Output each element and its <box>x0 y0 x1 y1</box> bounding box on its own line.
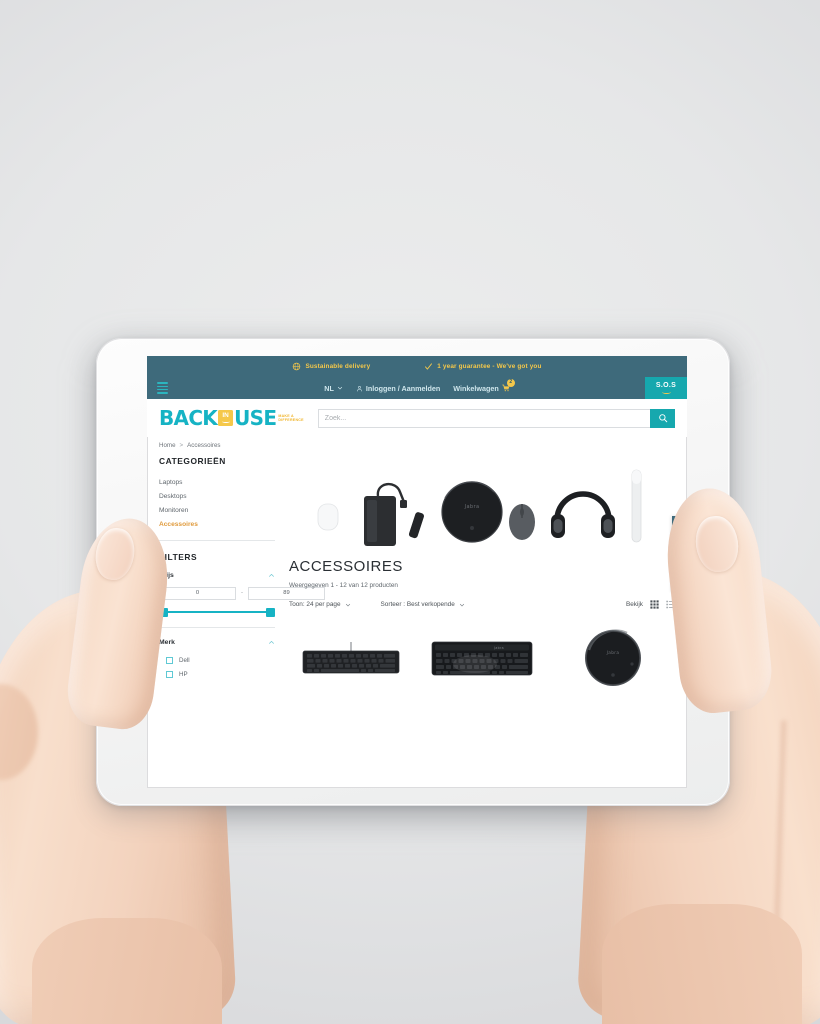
promo-item-sustainable-delivery: Sustainable delivery <box>292 362 370 371</box>
language-label: NL <box>324 383 334 393</box>
brand-search-row: BACK IN USE MAKE A DIFFERENCE <box>147 399 687 437</box>
language-selector[interactable]: NL <box>324 384 343 393</box>
promo-bar: Sustainable delivery 1 year guarantee - … <box>147 356 687 377</box>
breadcrumb: Home > Accessoires <box>147 437 687 456</box>
sidebar-item-laptops[interactable]: Laptops <box>159 475 275 489</box>
sort-label: Sorteer : Best verkopende <box>380 601 455 608</box>
breadcrumb-home[interactable]: Home <box>159 442 176 449</box>
logo-badge-text: IN <box>222 411 229 419</box>
right-hand-thumb-overlay <box>540 470 820 1024</box>
tagline-line-2: DIFFERENCE <box>278 418 304 422</box>
smile-icon <box>221 420 230 424</box>
search-icon <box>658 414 667 423</box>
items-per-page-dropdown[interactable]: Toon: 24 per page <box>289 601 351 608</box>
chevron-down-icon <box>459 603 464 606</box>
sos-label: S.O.S <box>655 382 677 389</box>
account-label: Inloggen / Aanmelden <box>365 383 441 393</box>
cart-count-badge: 2 <box>506 378 515 387</box>
sos-button[interactable]: S.O.S <box>645 377 687 399</box>
product-image-wireless-keyboard: Jabra <box>431 641 533 676</box>
product-image-wired-keyboard <box>302 642 400 674</box>
items-per-page-label: Toon: 24 per page <box>289 601 341 608</box>
product-card-wired-keyboard[interactable] <box>289 622 413 694</box>
search-button[interactable] <box>650 408 675 428</box>
logo-badge-in: IN <box>218 410 234 426</box>
promo-item-guarantee: 1 year guarantee - We've got you <box>424 362 541 371</box>
logo-tagline: MAKE A DIFFERENCE <box>278 414 303 423</box>
sort-dropdown[interactable]: Sorteer : Best verkopende <box>381 601 465 608</box>
breadcrumb-current: Accessoires <box>187 442 221 449</box>
breadcrumb-separator: > <box>179 442 184 449</box>
account-link[interactable]: Inloggen / Aanmelden <box>356 384 440 393</box>
smile-icon <box>661 390 671 394</box>
logo-text-back: BACK <box>159 406 218 430</box>
product-card-wireless-keyboard[interactable]: Jabra <box>420 622 544 694</box>
user-icon <box>357 385 362 391</box>
chevron-down-icon <box>337 386 342 390</box>
cart-link[interactable]: Winkelwagen 2 <box>453 378 515 393</box>
check-icon <box>425 363 433 370</box>
nav-links: NL Inloggen / Aanmelden Winkelwagen 2 <box>147 378 687 393</box>
svg-text:Jabra: Jabra <box>493 646 504 650</box>
scene: Sustainable delivery 1 year guarantee - … <box>0 0 820 1024</box>
logo-text-use: USE <box>234 406 277 430</box>
promo-label-sustainable-delivery: Sustainable delivery <box>305 363 371 370</box>
tagline-line-1: MAKE A <box>278 413 294 418</box>
chevron-down-icon <box>345 603 350 606</box>
cart-label: Winkelwagen <box>453 383 499 393</box>
promo-label-guarantee: 1 year guarantee - We've got you <box>437 363 542 370</box>
search-input[interactable] <box>317 408 650 428</box>
categories-title: CATEGORIEËN <box>159 456 226 466</box>
navigation-bar: NL Inloggen / Aanmelden Winkelwagen 2 S.… <box>147 377 687 399</box>
svg-text:Jabra: Jabra <box>464 504 480 510</box>
globe-icon <box>293 362 301 371</box>
search-box <box>317 408 675 428</box>
site-logo[interactable]: BACK IN USE MAKE A DIFFERENCE <box>159 408 304 428</box>
left-hand-thumb-overlay <box>0 498 270 1024</box>
